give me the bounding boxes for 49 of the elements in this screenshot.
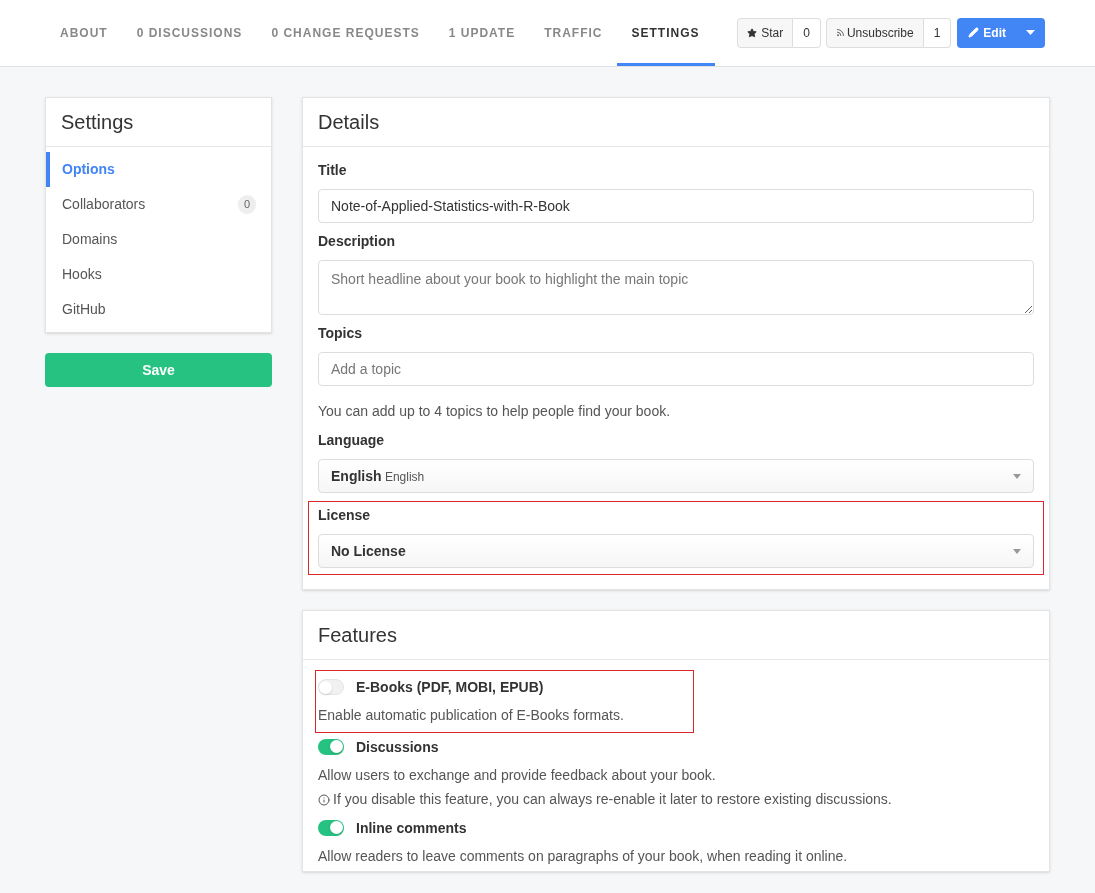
nav-tab[interactable]: 0 CHANGE REQUESTS: [271, 0, 420, 66]
field-label: Language: [318, 431, 386, 450]
star-count: 0: [793, 17, 821, 48]
field-label: License: [318, 506, 372, 525]
caret-icon: [1013, 473, 1021, 479]
nav-tab[interactable]: ABOUT: [60, 0, 108, 66]
input-field[interactable]: Add a topic: [318, 352, 1034, 386]
menu-item[interactable]: Hooks: [46, 257, 271, 292]
feed-icon: [835, 28, 845, 37]
caret-icon: [1026, 30, 1035, 35]
nav-tab[interactable]: TRAFFIC: [544, 0, 603, 66]
nav-tab[interactable]: 1 UPDATE: [448, 0, 516, 66]
subscriber-count: 1: [923, 17, 952, 48]
pencil-icon: [968, 27, 980, 38]
feature-label: E-Books (PDF, MOBI, EPUB): [356, 677, 544, 697]
card-title: Features: [303, 611, 1049, 660]
menu-title: Settings: [46, 98, 271, 147]
feature-description: Enable automatic publication of E-Books formats.: [318, 706, 625, 725]
unsubscribe-button[interactable]: Unsubscribe: [825, 17, 924, 48]
nav-tab[interactable]: 0 DISCUSSIONS: [136, 0, 243, 66]
feature-description: Allow users to exchange and provide feedback about your book.: [318, 766, 717, 785]
menu-item[interactable]: Options: [46, 152, 271, 187]
feature-label: Discussions: [356, 737, 439, 757]
count-badge: 0: [237, 195, 256, 214]
select-value: No License: [331, 541, 406, 561]
caret-icon: [1013, 548, 1021, 554]
nav-tab[interactable]: SETTINGS: [616, 0, 715, 66]
toggle-switch[interactable]: [318, 679, 344, 695]
feature-label: Inline comments: [356, 818, 467, 838]
field-label: Title: [318, 161, 348, 180]
star-button[interactable]: Star: [737, 17, 794, 48]
textarea-field[interactable]: Short headline about your book to highlight the main topic: [318, 260, 1034, 315]
star-icon: [747, 27, 758, 38]
menu-item[interactable]: Collaborators 0: [46, 187, 271, 222]
select-value: English English: [331, 466, 425, 486]
toggle-switch[interactable]: [318, 739, 344, 755]
field-label: Description: [318, 232, 396, 251]
select-field[interactable]: English English: [318, 459, 1034, 493]
help-text: You can add up to 4 topics to help people find your book.: [318, 402, 672, 421]
info-icon: [318, 793, 330, 806]
feature-note: If you disable this feature, you can always re-enable it later to restore existing discussions.: [333, 790, 892, 809]
field-label: Topics: [318, 324, 364, 343]
select-field[interactable]: No License: [318, 534, 1034, 568]
menu-item[interactable]: Domains: [46, 222, 271, 257]
card-title: Details: [303, 98, 1049, 147]
toggle-switch[interactable]: [318, 820, 344, 836]
input-field[interactable]: Note-of-Applied-Statistics-with-R-Book: [318, 189, 1034, 223]
menu-item[interactable]: GitHub: [46, 292, 271, 327]
feature-description: Allow readers to leave comments on paragraphs of your book, when reading it online.: [318, 847, 849, 866]
